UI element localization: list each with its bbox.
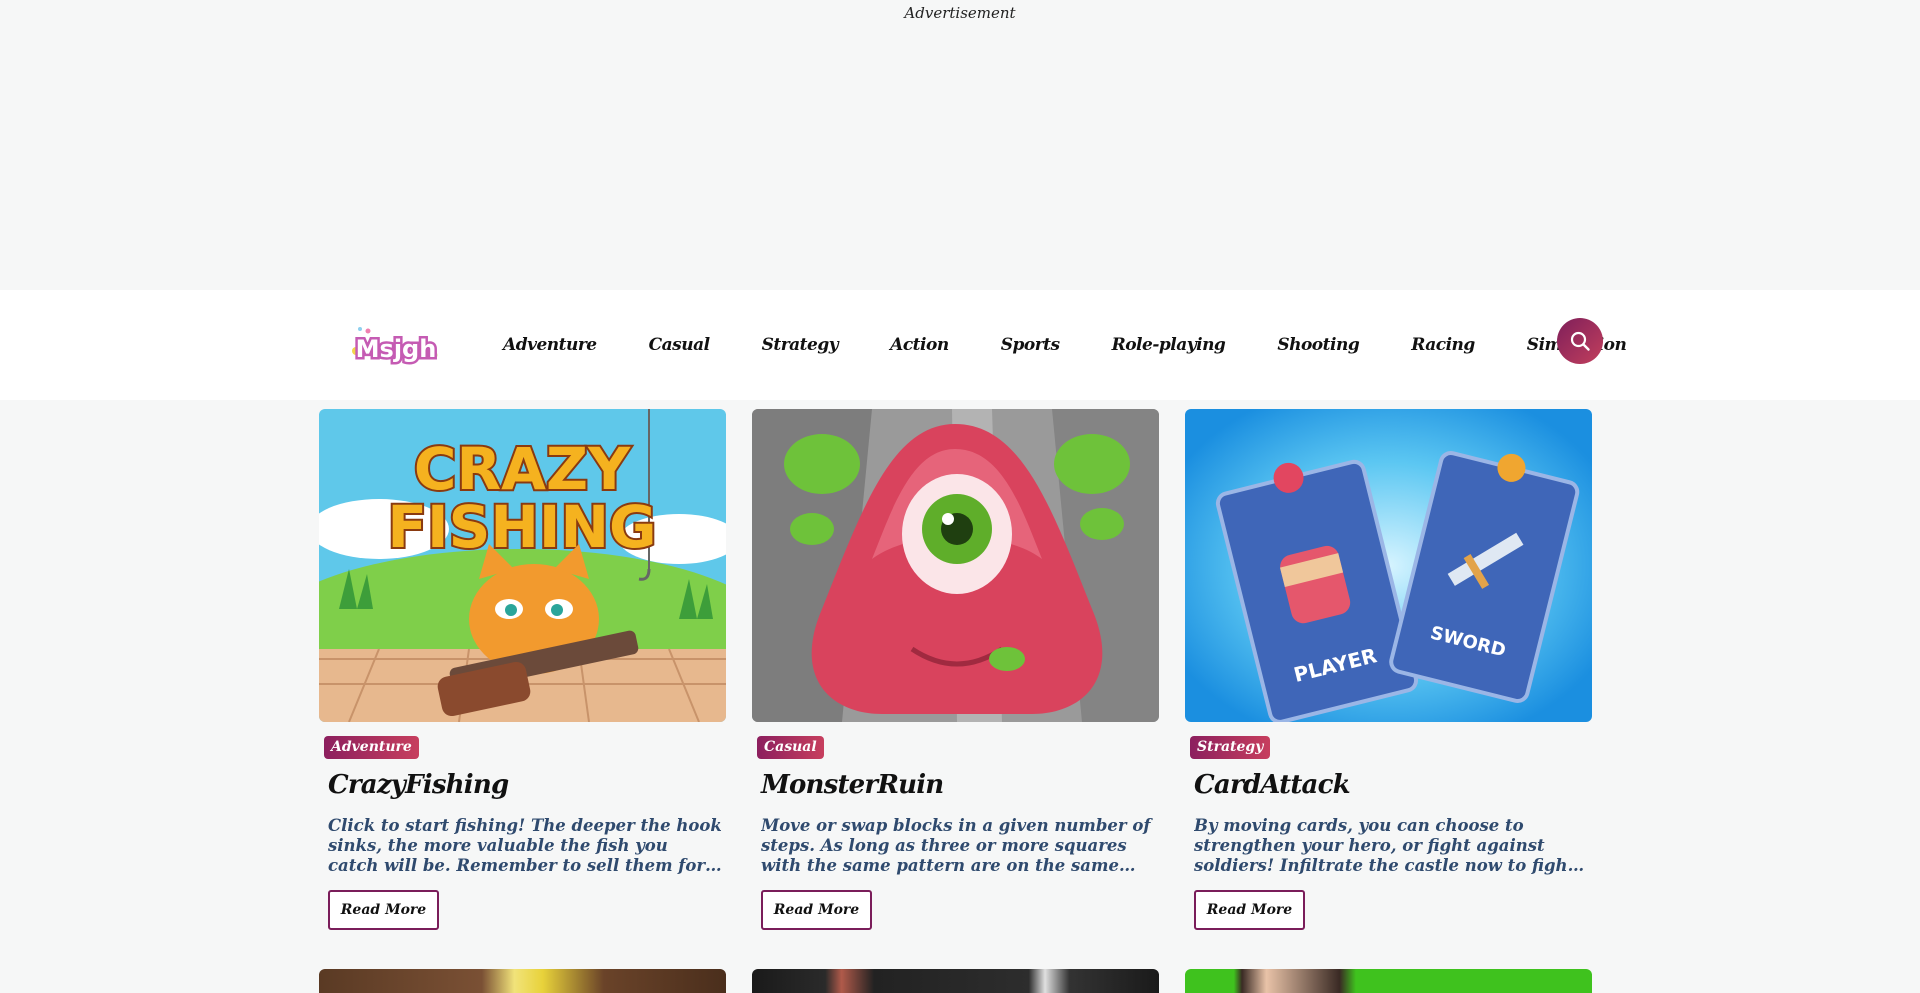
game-thumbnail-cardattack[interactable]: PLAYER SWORD	[1185, 409, 1592, 722]
svg-text:Msjgh: Msjgh	[356, 335, 437, 363]
nav-item-casual[interactable]: Casual	[649, 335, 710, 355]
site-logo[interactable]: Msjgh	[346, 317, 446, 373]
card-title[interactable]: CrazyFishing	[328, 770, 726, 800]
game-card-grid-row-2	[319, 969, 1592, 993]
category-tag[interactable]: Casual	[757, 736, 824, 759]
read-more-button[interactable]: Read More	[761, 890, 872, 930]
card-title[interactable]: MonsterRuin	[761, 770, 1159, 800]
card-description: Move or swap blocks in a given number of…	[761, 816, 1151, 875]
search-icon	[1570, 331, 1590, 351]
nav-item-sports[interactable]: Sports	[1001, 335, 1060, 355]
game-thumbnail[interactable]	[1185, 969, 1592, 993]
svg-text:FISHING: FISHING	[387, 493, 656, 561]
card-description: Click to start fishing! The deeper the h…	[328, 816, 722, 875]
nav-item-strategy[interactable]: Strategy	[762, 335, 839, 355]
search-button[interactable]	[1557, 318, 1603, 364]
game-thumbnail-crazyfishing[interactable]: CRAZY FISHING	[319, 409, 726, 722]
top-navbar: Msjgh Adventure Casual Strategy Action S…	[0, 290, 1920, 400]
game-thumbnail[interactable]	[319, 969, 726, 993]
nav-item-action[interactable]: Action	[890, 335, 949, 355]
nav-item-shooting[interactable]: Shooting	[1277, 335, 1359, 355]
card-title[interactable]: CardAttack	[1194, 770, 1592, 800]
read-more-button[interactable]: Read More	[328, 890, 439, 930]
game-card: CRAZY FISHING Adventure CrazyFishing Cli…	[319, 409, 726, 930]
game-card: Casual MonsterRuin Move or swap blocks i…	[752, 409, 1159, 930]
read-more-button[interactable]: Read More	[1194, 890, 1305, 930]
card-description: By moving cards, you can choose to stren…	[1194, 816, 1576, 875]
game-card: PLAYER SWORD Strategy CardAttack By movi…	[1185, 409, 1592, 930]
main-nav: Adventure Casual Strategy Action Sports …	[503, 290, 1627, 400]
nav-item-adventure[interactable]: Adventure	[503, 335, 597, 355]
game-card-grid: CRAZY FISHING Adventure CrazyFishing Cli…	[319, 409, 1594, 930]
category-tag[interactable]: Strategy	[1190, 736, 1271, 759]
nav-item-racing[interactable]: Racing	[1411, 335, 1475, 355]
game-thumbnail-monsterruin[interactable]	[752, 409, 1159, 722]
advertisement-label: Advertisement	[904, 4, 1016, 22]
nav-item-role-playing[interactable]: Role-playing	[1112, 335, 1226, 355]
game-thumbnail[interactable]	[752, 969, 1159, 993]
category-tag[interactable]: Adventure	[324, 736, 419, 759]
